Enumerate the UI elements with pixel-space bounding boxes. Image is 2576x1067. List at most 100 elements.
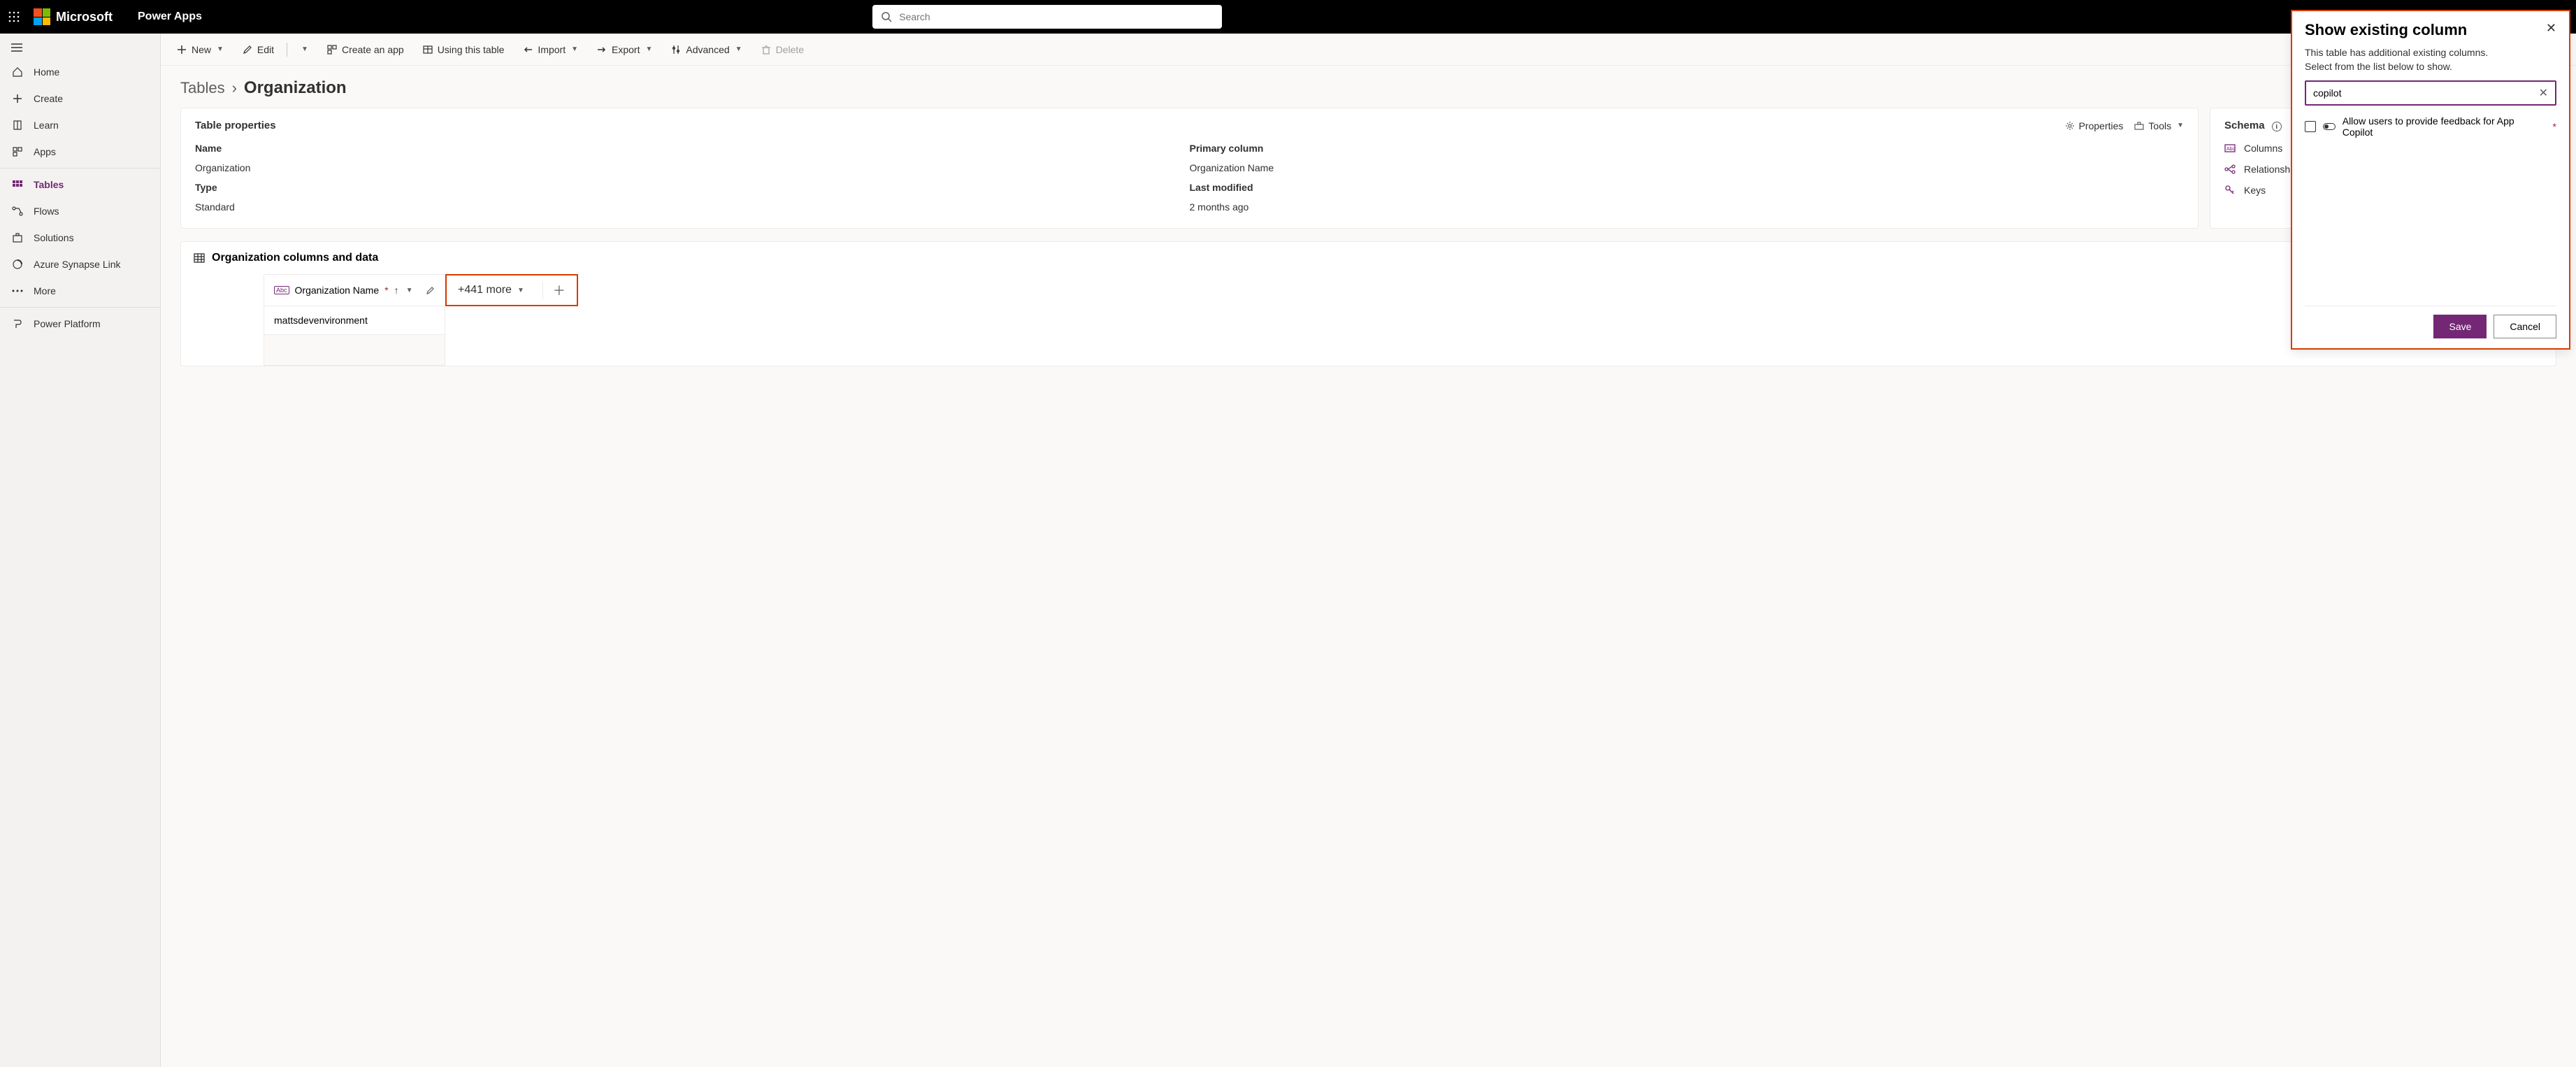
- solutions-icon: [11, 231, 24, 244]
- nav-label: Solutions: [34, 232, 74, 243]
- cmd-advanced[interactable]: Advanced ▼: [663, 40, 749, 59]
- microsoft-logo-icon: [34, 8, 50, 25]
- relationships-icon: [2224, 164, 2236, 175]
- card-title: Schema i: [2224, 120, 2282, 131]
- more-icon: [11, 285, 24, 297]
- table-cell-empty[interactable]: [264, 335, 445, 366]
- hamburger-icon[interactable]: [0, 36, 160, 59]
- flows-icon: [11, 205, 24, 217]
- nav-label: More: [34, 285, 56, 296]
- prop-value: Standard: [195, 201, 1190, 213]
- more-columns-control: +441 more ▼ ＋: [445, 274, 578, 306]
- prop-label: Primary column: [1190, 143, 2185, 154]
- show-existing-column-panel: Show existing column ✕ This table has ad…: [2291, 10, 2570, 350]
- breadcrumb: Tables › Organization: [161, 66, 2576, 108]
- add-column-button[interactable]: ＋: [542, 281, 566, 299]
- chevron-down-icon[interactable]: ▼: [406, 287, 413, 294]
- chevron-right-icon: ›: [232, 79, 237, 97]
- breadcrumb-root[interactable]: Tables: [180, 79, 225, 97]
- table-icon: [422, 44, 433, 55]
- apps-icon: [11, 145, 24, 158]
- cancel-button[interactable]: Cancel: [2494, 315, 2556, 338]
- cmd-export[interactable]: Export ▼: [589, 40, 659, 59]
- plus-icon: [176, 44, 187, 55]
- chevron-down-icon: ▼: [571, 45, 578, 53]
- close-icon[interactable]: ✕: [2546, 21, 2556, 36]
- breadcrumb-leaf: Organization: [244, 78, 347, 98]
- nav-label: Power Platform: [34, 318, 101, 329]
- prop-value: 2 months ago: [1190, 201, 2185, 213]
- power-platform-icon: [11, 317, 24, 330]
- text-type-badge: Abc: [274, 286, 289, 294]
- save-button[interactable]: Save: [2433, 315, 2487, 338]
- prop-value: Organization: [195, 162, 1190, 173]
- nav-create[interactable]: Create: [0, 85, 160, 112]
- columns-data-section: Organization columns and data Abc Organi…: [180, 241, 2556, 366]
- import-icon: [522, 44, 533, 55]
- pencil-icon[interactable]: [426, 286, 435, 294]
- svg-text:Abc: Abc: [2226, 147, 2236, 152]
- cmd-edit-dropdown[interactable]: ▼: [293, 41, 315, 57]
- clear-icon[interactable]: ✕: [2539, 86, 2548, 100]
- checkbox[interactable]: [2305, 121, 2316, 132]
- nav-power-platform[interactable]: Power Platform: [0, 310, 160, 337]
- column-option[interactable]: Allow users to provide feedback for App …: [2305, 113, 2556, 138]
- microsoft-logo[interactable]: Microsoft: [34, 8, 113, 25]
- nav-label: Apps: [34, 146, 56, 157]
- home-icon: [11, 66, 24, 78]
- cmd-create-app[interactable]: Create an app: [319, 40, 411, 59]
- nav-home[interactable]: Home: [0, 59, 160, 85]
- export-icon: [596, 44, 607, 55]
- properties-action[interactable]: Properties: [2065, 120, 2124, 131]
- nav-more[interactable]: More: [0, 278, 160, 304]
- pencil-icon: [242, 44, 253, 55]
- nav-flows[interactable]: Flows: [0, 198, 160, 224]
- sort-asc-icon: ↑: [394, 285, 399, 296]
- cmd-new[interactable]: New ▼: [169, 40, 231, 59]
- search-icon: [881, 11, 892, 22]
- nav-label: Azure Synapse Link: [34, 259, 121, 270]
- column-search-input[interactable]: [2313, 87, 2533, 99]
- command-bar: New ▼ Edit ▼ Create an app Using this ta…: [161, 34, 2576, 66]
- global-search[interactable]: [872, 5, 1222, 29]
- synapse-icon: [11, 258, 24, 271]
- tables-icon: [11, 178, 24, 191]
- app-title: Power Apps: [138, 10, 202, 23]
- chevron-down-icon: ▼: [2177, 122, 2184, 129]
- nav-label: Flows: [34, 206, 59, 217]
- book-icon: [11, 119, 24, 131]
- nav-label: Tables: [34, 179, 64, 190]
- chevron-down-icon: ▼: [217, 45, 224, 53]
- cmd-edit[interactable]: Edit: [235, 40, 281, 59]
- app-icon: [326, 44, 338, 55]
- nav-learn[interactable]: Learn: [0, 112, 160, 138]
- sliders-icon: [670, 44, 682, 55]
- column-header-org-name[interactable]: Abc Organization Name * ↑ ▼: [264, 274, 445, 306]
- table-cell[interactable]: mattsdevenvironment: [264, 306, 445, 335]
- nav-synapse[interactable]: Azure Synapse Link: [0, 251, 160, 278]
- cmd-delete[interactable]: Delete: [754, 40, 811, 59]
- prop-label: Type: [195, 182, 1190, 193]
- prop-label: Name: [195, 143, 1190, 154]
- panel-title: Show existing column: [2305, 21, 2467, 39]
- columns-icon: Abc: [2224, 143, 2236, 154]
- more-columns-button[interactable]: +441 more ▼: [458, 284, 524, 296]
- cmd-using-table[interactable]: Using this table: [415, 40, 512, 59]
- column-search[interactable]: ✕: [2305, 80, 2556, 106]
- chevron-down-icon: ▼: [517, 287, 524, 294]
- nav-label: Create: [34, 93, 63, 104]
- nav-apps[interactable]: Apps: [0, 138, 160, 165]
- waffle-icon[interactable]: [8, 11, 20, 22]
- nav-label: Learn: [34, 120, 59, 131]
- prop-label: Last modified: [1190, 182, 2185, 193]
- gear-icon: [2065, 121, 2075, 131]
- info-icon[interactable]: i: [2272, 122, 2282, 131]
- trash-icon: [761, 44, 772, 55]
- search-input[interactable]: [899, 11, 1214, 22]
- cmd-import[interactable]: Import ▼: [515, 40, 585, 59]
- tools-action[interactable]: Tools ▼: [2134, 120, 2184, 131]
- main-content: New ▼ Edit ▼ Create an app Using this ta…: [161, 34, 2576, 1067]
- nav-solutions[interactable]: Solutions: [0, 224, 160, 251]
- nav-tables[interactable]: Tables: [0, 171, 160, 198]
- chevron-down-icon: ▼: [645, 45, 652, 53]
